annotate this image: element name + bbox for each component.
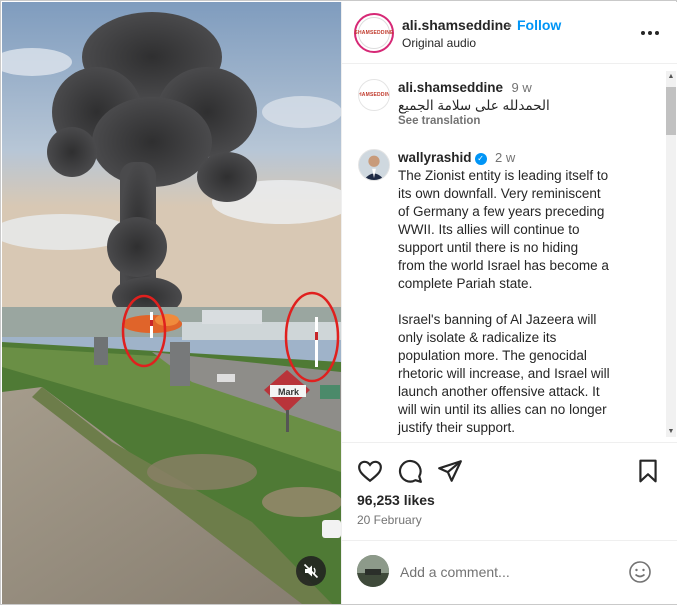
comment-line: only isolate & radicalize its	[398, 330, 557, 345]
comment-avatar[interactable]	[358, 149, 390, 181]
current-user-avatar	[357, 555, 389, 587]
share-icon[interactable]	[437, 458, 463, 484]
comment-line: population more. The genocidal	[398, 348, 587, 363]
comment-line: support until there is no hiding	[398, 240, 579, 255]
comment-line: The Zionist entity is leading itself to	[398, 168, 609, 183]
comments-scrollbar[interactable]: ▲ ▼	[666, 71, 676, 437]
header-separator: •	[507, 17, 512, 33]
comment-item: wallyrashid ✓ 2 w The Zionist entity is l…	[358, 147, 658, 442]
comment-username[interactable]: wallyrashid	[398, 150, 472, 165]
likes-count[interactable]: 96,253 likes	[357, 492, 435, 508]
comments-list[interactable]: SHAMSEDDINE ali.shamseddine 9 w الحمدلله…	[342, 65, 677, 443]
comment-icon[interactable]	[397, 458, 423, 484]
comment-line: rhetoric will increase, and Israel will	[398, 366, 610, 381]
comment-time: 9 w	[511, 80, 532, 95]
mute-toggle-button[interactable]	[296, 556, 326, 586]
more-options-icon[interactable]	[638, 21, 662, 45]
video-frame-image: Mark	[2, 2, 341, 604]
comment-avatar[interactable]: SHAMSEDDINE	[358, 79, 390, 111]
bookmark-icon[interactable]	[635, 458, 661, 484]
author-avatar[interactable]: SHAMSEDDINE	[354, 13, 394, 53]
verified-badge-icon: ✓	[474, 153, 487, 165]
comment-username[interactable]: ali.shamseddine	[398, 80, 503, 95]
comment-line: its own downfall. Very reminiscent	[398, 186, 601, 201]
see-translation-link[interactable]: See translation	[398, 115, 480, 127]
comment-line: will win until its allies can no longer	[398, 402, 607, 417]
post-date[interactable]: 20 February	[357, 513, 422, 527]
scroll-down-arrow-icon[interactable]: ▼	[667, 428, 675, 436]
scrollbar-thumb[interactable]	[666, 87, 676, 135]
comment-line: complete Pariah state.	[398, 276, 533, 291]
comment-line: launch another offensive attack. It	[398, 384, 600, 399]
comment-line: justify their support.	[398, 420, 516, 435]
emoji-icon[interactable]	[628, 560, 652, 584]
avatar-logo-text: SHAMSEDDINE	[354, 30, 394, 36]
comment-item: SHAMSEDDINE ali.shamseddine 9 w الحمدلله…	[358, 77, 658, 129]
post-actions: 96,253 likes 20 February	[342, 444, 677, 604]
author-username[interactable]: ali.shamseddine	[402, 17, 511, 33]
comment-line: from the world Israel has become a	[398, 258, 609, 273]
follow-button[interactable]: Follow	[517, 17, 561, 33]
road-sign-text: Mark	[278, 387, 300, 397]
comment-text: الحمدلله على سلامة الجميع	[398, 98, 550, 113]
instagram-post-window: Mark SHAMSEDDINE ali.shamseddine • Follo…	[0, 0, 677, 605]
post-video[interactable]: Mark	[2, 2, 341, 604]
heart-icon[interactable]	[357, 458, 383, 484]
comment-text: The Zionist entity is leading itself to …	[398, 167, 648, 437]
audio-label[interactable]: Original audio	[402, 36, 476, 50]
comment-avatar-logo: SHAMSEDDINE	[358, 92, 390, 98]
post-header: SHAMSEDDINE ali.shamseddine • Follow Ori…	[342, 2, 677, 64]
post-details-panel: SHAMSEDDINE ali.shamseddine • Follow Ori…	[341, 2, 677, 604]
add-comment-input[interactable]	[400, 562, 620, 582]
muted-speaker-icon	[303, 563, 319, 579]
comment-line: Israel's banning of Al Jazeera will	[398, 312, 597, 327]
comment-line: WWII. Its allies will continue to	[398, 222, 580, 237]
add-comment-bar	[342, 540, 677, 604]
comment-line: of Germany a few years preceding	[398, 204, 605, 219]
person-avatar-icon	[359, 150, 389, 180]
scroll-up-arrow-icon[interactable]: ▲	[667, 73, 675, 81]
comment-time: 2 w	[495, 150, 516, 165]
